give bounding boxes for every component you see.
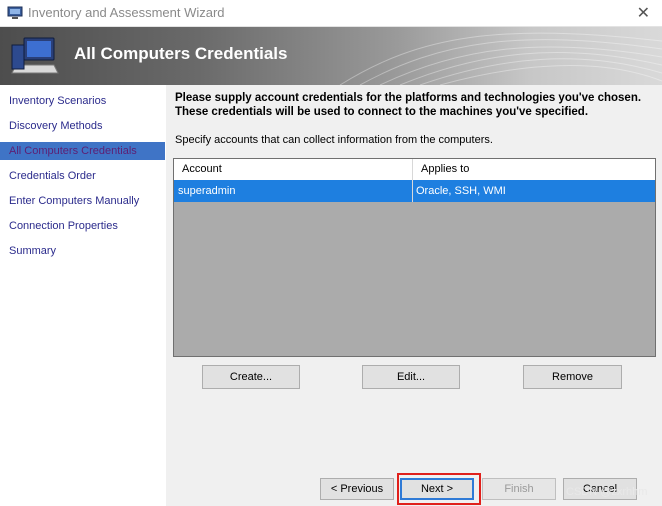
instructions-headline: Please supply account credentials for th…	[175, 92, 642, 118]
main-panel: Please supply account credentials for th…	[166, 85, 662, 506]
credentials-table[interactable]: Account Applies to superadmin Oracle, SS…	[173, 158, 656, 357]
next-button-highlight	[397, 473, 481, 505]
app-icon	[7, 6, 23, 19]
column-header-account[interactable]: Account	[174, 159, 412, 180]
column-divider[interactable]	[412, 159, 413, 202]
column-header-applies-to[interactable]: Applies to	[413, 159, 655, 180]
page-title: All Computers Credentials	[74, 44, 288, 63]
close-icon[interactable]: ✕	[637, 3, 650, 23]
cell-applies-to: Oracle, SSH, WMI	[416, 185, 506, 197]
sidebar-item-enter-computers-manually[interactable]: Enter Computers Manually	[0, 192, 165, 210]
sidebar-item-credentials-order[interactable]: Credentials Order	[0, 167, 165, 185]
sidebar-item-inventory-scenarios[interactable]: Inventory Scenarios	[0, 92, 165, 110]
sidebar-item-connection-properties[interactable]: Connection Properties	[0, 217, 165, 235]
window-title: Inventory and Assessment Wizard	[28, 5, 225, 20]
instructions-subtext: Specify accounts that can collect inform…	[175, 134, 493, 146]
create-button[interactable]: Create...	[202, 365, 300, 389]
title-bar: Inventory and Assessment Wizard ✕	[0, 0, 662, 27]
computer-icon	[11, 37, 59, 74]
wizard-banner: All Computers Credentials	[0, 27, 662, 85]
cell-account: superadmin	[178, 185, 236, 197]
table-header: Account Applies to	[174, 159, 655, 181]
edit-button[interactable]: Edit...	[362, 365, 460, 389]
sidebar-item-discovery-methods[interactable]: Discovery Methods	[0, 117, 165, 135]
sidebar-item-all-computers-credentials[interactable]: All Computers Credentials	[0, 142, 165, 160]
finish-button: Finish	[482, 478, 556, 500]
wizard-steps-sidebar: Inventory Scenarios Discovery Methods Al…	[0, 85, 167, 506]
watermark: CSDN @zxrhhm	[566, 486, 648, 498]
previous-button[interactable]: < Previous	[320, 478, 394, 500]
sidebar-item-summary[interactable]: Summary	[0, 242, 165, 260]
remove-button[interactable]: Remove	[523, 365, 622, 389]
table-row[interactable]: superadmin Oracle, SSH, WMI	[174, 180, 655, 202]
